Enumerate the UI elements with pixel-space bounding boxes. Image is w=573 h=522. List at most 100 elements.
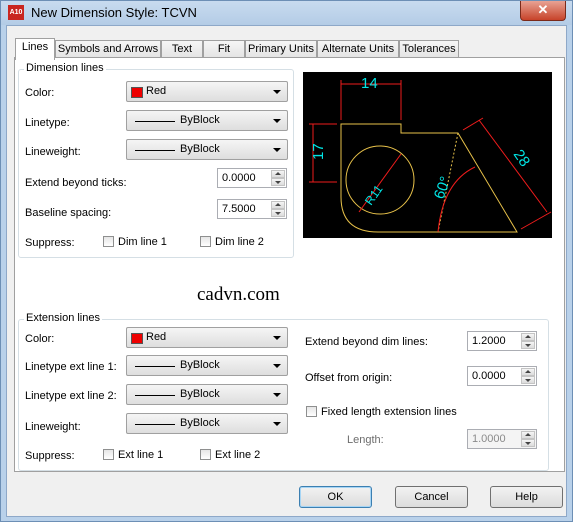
tab-lines[interactable]: Lines [15,38,55,60]
dim-line2-label: Dim line 2 [215,236,264,248]
spin-up-icon[interactable] [521,368,535,376]
line-sample-icon [135,150,175,151]
tab-text[interactable]: Text [161,40,203,58]
dim-text-angle: 60° [431,174,455,201]
dim-lineweight-select[interactable]: ByBlock [126,139,288,160]
dim-text-radius: R11 [362,182,386,208]
extend-dim-lines-label: Extend beyond dim lines: [305,336,428,348]
dim-text-left: 17 [310,143,327,160]
ext-line1-label: Ext line 1 [118,449,164,461]
chevron-down-icon [273,90,281,94]
dim-linetype-select[interactable]: ByBlock [126,110,288,131]
length-value: 1.0000 [472,433,506,445]
dimension-lines-title: Dimension lines [24,62,106,74]
fixed-length-checkbox[interactable] [306,406,317,417]
line-sample-icon [135,366,175,367]
dim-line2-checkbox[interactable] [200,236,211,247]
ext-line1-checkbox[interactable] [103,449,114,460]
dim-suppress-label: Suppress: [25,237,75,249]
extend-ticks-value: 0.0000 [222,172,256,184]
ext-line2-checkbox[interactable] [200,449,211,460]
ext-color-value: Red [146,331,167,343]
tab-tolerances[interactable]: Tolerances [399,40,459,58]
dim-lineweight-label: Lineweight: [25,146,81,158]
spin-up-icon[interactable] [521,431,535,439]
extend-ticks-label: Extend beyond ticks: [25,177,127,189]
ext-lineweight-value: ByBlock [180,417,220,429]
cancel-button[interactable]: Cancel [395,486,468,508]
ok-button[interactable]: OK [299,486,372,508]
ext-line1-linetype-select[interactable]: ByBlock [126,355,288,376]
ext-color-select[interactable]: Red [126,327,288,348]
ext-lineweight-label: Lineweight: [25,421,81,433]
ext-line2-label: Ext line 2 [215,449,261,461]
offset-origin-label: Offset from origin: [305,372,393,384]
tab-primary-units[interactable]: Primary Units [245,40,317,58]
chevron-down-icon [273,119,281,123]
dim-line1-checkbox[interactable] [103,236,114,247]
title-bar[interactable]: A10 New Dimension Style: TCVN ✕ [1,1,572,25]
tab-symbols-and-arrows[interactable]: Symbols and Arrows [55,40,161,58]
style-preview: 14 17 28 60° R11 [303,72,552,238]
chevron-down-icon [273,422,281,426]
spin-up-icon[interactable] [271,201,285,209]
tab-fit[interactable]: Fit [203,40,245,58]
radius-line [358,153,402,213]
close-button[interactable]: ✕ [520,1,566,21]
fixed-length-label: Fixed length extension lines [321,406,457,418]
chevron-down-icon [273,393,281,397]
line-sample-icon [135,424,175,425]
spin-down-icon[interactable] [271,209,285,217]
ext-line [462,117,484,131]
line-sample-icon [135,121,175,122]
dim-linetype-value: ByBlock [180,114,220,126]
tab-alternate-units[interactable]: Alternate Units [317,40,399,58]
preview-drawing: 14 17 28 60° R11 [309,75,552,233]
help-button[interactable]: Help [490,486,563,508]
dim-linetype-label: Linetype: [25,117,70,129]
chevron-down-icon [273,336,281,340]
spin-down-icon[interactable] [271,178,285,186]
dim-line-28 [478,119,548,213]
spin-down-icon[interactable] [521,439,535,447]
window-title: New Dimension Style: TCVN [31,5,197,20]
chevron-down-icon [273,364,281,368]
dim-text-top: 14 [361,75,378,92]
ext-line2-linetype-label: Linetype ext line 2: [25,390,117,402]
length-label: Length: [347,434,384,446]
offset-origin-value: 0.0000 [472,370,506,382]
ext-line2-linetype-value: ByBlock [180,388,220,400]
baseline-spacing-stepper[interactable]: 7.5000 [217,199,287,219]
ext-lineweight-select[interactable]: ByBlock [126,413,288,434]
watermark-text: cadvn.com [197,284,280,305]
baseline-spacing-label: Baseline spacing: [25,207,112,219]
spin-up-icon[interactable] [271,170,285,178]
extension-lines-title: Extension lines [24,312,102,324]
autocad-app-icon: A10 [8,5,24,20]
part-outline [340,123,518,233]
ext-color-label: Color: [25,333,55,345]
dim-color-value: Red [146,85,167,97]
part-hole [345,145,415,215]
spin-up-icon[interactable] [521,333,535,341]
dim-lineweight-value: ByBlock [180,143,220,155]
ext-line1-linetype-label: Linetype ext line 1: [25,361,117,373]
extend-ticks-stepper[interactable]: 0.0000 [217,168,287,188]
dim-line1-label: Dim line 1 [118,236,167,248]
baseline-spacing-value: 7.5000 [222,203,256,215]
chevron-down-icon [273,148,281,152]
spin-down-icon[interactable] [521,376,535,384]
ext-line2-linetype-select[interactable]: ByBlock [126,384,288,405]
extend-dim-lines-value: 1.2000 [472,335,506,347]
ext-suppress-label: Suppress: [25,450,75,462]
ext-line [520,211,552,230]
length-stepper[interactable]: 1.0000 [467,429,537,449]
offset-origin-stepper[interactable]: 0.0000 [467,366,537,386]
ext-line1-linetype-value: ByBlock [180,359,220,371]
spin-down-icon[interactable] [521,341,535,349]
dim-color-label: Color: [25,87,55,99]
dim-color-select[interactable]: Red [126,81,288,102]
red-color-swatch [131,333,143,344]
line-sample-icon [135,395,175,396]
extend-dim-lines-stepper[interactable]: 1.2000 [467,331,537,351]
